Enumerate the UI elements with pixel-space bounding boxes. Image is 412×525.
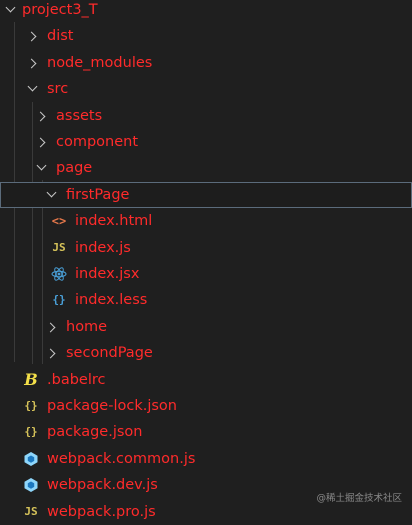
tree-item-index-jsx[interactable]: index.jsx (0, 261, 412, 287)
tree-item-label: webpack.pro.js (47, 503, 156, 520)
tree-item-label: secondPage (66, 345, 153, 362)
chevron-down-icon[interactable] (5, 2, 16, 13)
tree-item-babelrc[interactable]: B .babelrc (0, 367, 412, 393)
tree-item-label: index.js (75, 239, 131, 256)
html-file-icon: <> (51, 214, 67, 229)
json-file-icon: {} (24, 425, 38, 439)
watermark: @稀土掘金技术社区 (316, 493, 402, 504)
less-file-icon: {} (52, 293, 66, 307)
tree-item-assets[interactable]: assets (0, 103, 412, 129)
tree-item-label: dist (47, 28, 74, 45)
webpack-file-icon (23, 451, 39, 467)
tree-item-index-less[interactable]: {} index.less (0, 287, 412, 313)
tree-item-label: index.jsx (75, 266, 140, 282)
chevron-down-icon[interactable] (46, 187, 57, 198)
tree-item-dist[interactable]: dist (0, 23, 412, 49)
tree-item-index-js[interactable]: JS index.js (0, 235, 412, 261)
react-file-icon (51, 266, 67, 282)
tree-item-home[interactable]: home (0, 314, 412, 340)
chevron-right-icon[interactable] (45, 322, 56, 333)
chevron-down-icon[interactable] (36, 160, 47, 171)
tree-item-package-json[interactable]: {} package.json (0, 419, 412, 445)
chevron-right-icon[interactable] (35, 111, 46, 122)
tree-item-label: component (56, 134, 139, 150)
tree-item-label: page (56, 160, 93, 177)
tree-item-label: webpack.dev.js (47, 477, 158, 494)
tree-item-label: index.html (75, 213, 153, 230)
tree-item-label: index.less (75, 292, 148, 309)
tree-item-label: webpack.common.js (47, 450, 196, 467)
chevron-right-icon[interactable] (35, 137, 46, 148)
chevron-right-icon[interactable] (45, 348, 56, 359)
tree-item-label: node_modules (47, 54, 153, 71)
tree-item-node_modules[interactable]: node_modules (0, 50, 412, 76)
javascript-file-icon: JS (52, 240, 66, 254)
file-explorer-tree: project3_T dist node_modules src assets … (0, 0, 412, 520)
tree-item-label: project3_T (22, 2, 98, 18)
javascript-file-icon: JS (24, 504, 38, 518)
tree-item-label: .babelrc (47, 371, 106, 388)
tree-item-package-lock-json[interactable]: {} package-lock.json (0, 393, 412, 419)
tree-item-label: package-lock.json (47, 398, 177, 414)
json-file-icon: {} (24, 399, 38, 412)
tree-item-label: package.json (47, 424, 143, 441)
webpack-file-icon (23, 477, 39, 493)
tree-item-webpack-common-js[interactable]: webpack.common.js (0, 446, 412, 472)
chevron-right-icon[interactable] (26, 58, 37, 69)
chevron-right-icon[interactable] (26, 31, 37, 42)
babel-file-icon: B (24, 369, 38, 389)
tree-item-label: assets (56, 107, 103, 124)
tree-item-secondPage[interactable]: secondPage (0, 340, 412, 366)
tree-item-src[interactable]: src (0, 76, 412, 102)
tree-item-label: src (47, 81, 69, 98)
tree-item-firstPage[interactable]: firstPage (0, 181, 412, 209)
tree-item-page[interactable]: page (0, 155, 412, 181)
tree-item-label: firstPage (66, 186, 130, 203)
tree-item-label: home (66, 318, 108, 335)
chevron-down-icon[interactable] (27, 81, 38, 92)
tree-item-project3_T[interactable]: project3_T (0, 0, 412, 23)
tree-item-index-html[interactable]: <> index.html (0, 208, 412, 234)
tree-item-component[interactable]: component (0, 129, 412, 155)
